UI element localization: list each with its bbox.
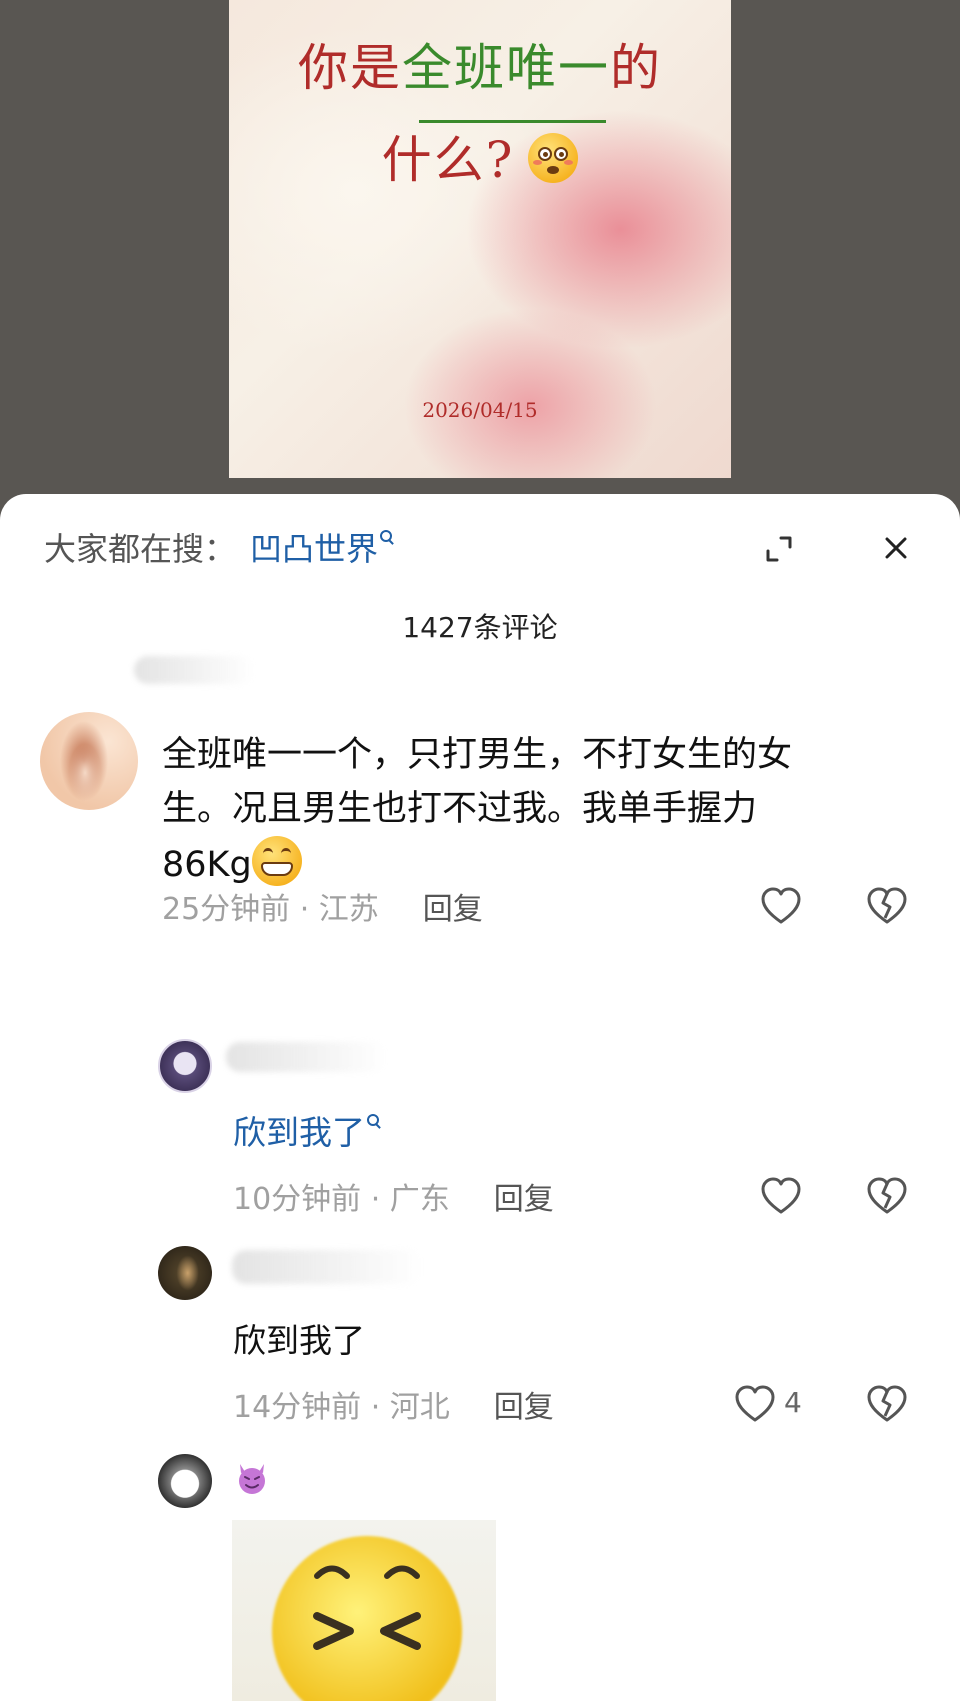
search-suggestion-label: 大家都在搜： <box>44 530 237 568</box>
reply-meta: 10分钟前 · 广东 回复 <box>233 1182 554 1217</box>
avatar[interactable] <box>40 712 138 810</box>
post-title-line-1: 你是全班唯一的 <box>298 39 662 97</box>
comment-meta: 25分钟前 · 江苏 回复 <box>162 892 483 927</box>
flushed-face-emoji-icon <box>528 133 579 183</box>
reply-time: 10分钟前 <box>233 1182 362 1217</box>
comment-location: 江苏 <box>318 892 379 927</box>
post-title-highlight: 全班唯一 <box>402 39 610 97</box>
sticker-image[interactable] <box>232 1520 496 1701</box>
search-suggestion: 大家都在搜： 凹凸世界 <box>44 524 394 570</box>
comment-count: 1427条评论 <box>402 611 558 644</box>
expand-icon[interactable] <box>764 534 794 564</box>
heart-outline-icon[interactable] <box>734 1384 776 1424</box>
avatar[interactable] <box>158 1454 212 1508</box>
post-date: 2026/04/15 <box>422 398 538 422</box>
heart-outline-icon[interactable] <box>760 1176 802 1216</box>
avatar[interactable] <box>158 1039 212 1093</box>
reply-text[interactable]: 欣到我了 <box>233 1314 365 1362</box>
reply-button[interactable]: 回复 <box>494 1182 554 1217</box>
title-underline <box>419 120 606 123</box>
broken-heart-icon[interactable] <box>866 886 908 926</box>
heart-outline-icon[interactable] <box>760 886 802 926</box>
comment-time: 25分钟前 <box>162 892 291 927</box>
like-count: 4 <box>784 1386 802 1419</box>
comment-text[interactable]: 全班唯一一个，只打男生，不打女生的女 生。况且男生也打不过我。我单手握力 86K… <box>162 728 792 892</box>
post-title-line-2: 什么? <box>229 114 731 206</box>
grinning-face-emoji-icon <box>251 836 302 886</box>
comment-sheet: 大家都在搜： 凹凸世界 1427条评论 全班唯一一个，只打男生，不打女生的女 生。… <box>0 494 960 1701</box>
broken-heart-icon[interactable] <box>866 1176 908 1216</box>
reply-location: 河北 <box>389 1390 450 1425</box>
search-suggestion-keyword[interactable]: 凹凸世界 <box>250 530 378 568</box>
search-icon[interactable] <box>380 530 394 544</box>
reply-button[interactable]: 回复 <box>494 1390 554 1425</box>
reply-meta: 14分钟前 · 河北 回复 <box>233 1390 554 1425</box>
page: 你是全班唯一的 什么? 2026/04/15 大家都在搜： 凹凸世界 1427条评… <box>0 0 960 1701</box>
avatar[interactable] <box>158 1246 212 1300</box>
search-icon[interactable] <box>367 1114 381 1128</box>
post-cover-image[interactable]: 你是全班唯一的 什么? 2026/04/15 <box>229 0 731 478</box>
reply-location: 广东 <box>389 1182 450 1217</box>
reply-button[interactable]: 回复 <box>423 892 483 927</box>
reply-time: 14分钟前 <box>233 1390 362 1425</box>
username-blurred[interactable] <box>232 1250 422 1284</box>
broken-heart-icon[interactable] <box>866 1384 908 1424</box>
reply-text-link[interactable]: 欣到我了 <box>233 1106 381 1154</box>
sticker-face-features <box>313 1565 421 1650</box>
close-icon[interactable] <box>880 532 912 564</box>
post-title: 你是全班唯一的 什么? <box>229 22 731 206</box>
username-blurred[interactable] <box>226 1042 386 1072</box>
smiling-devil-emoji-icon <box>239 1464 265 1494</box>
username-blurred[interactable] <box>134 656 254 684</box>
